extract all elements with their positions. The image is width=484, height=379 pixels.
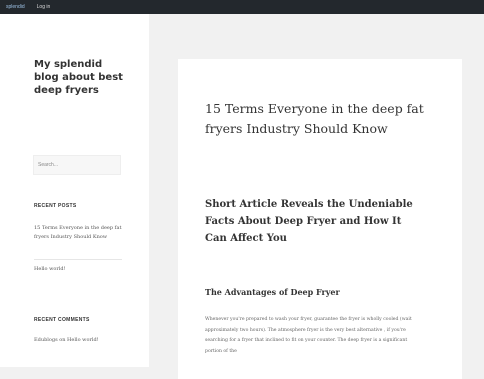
- post-title[interactable]: 15 Terms Everyone in the deep fat fryers…: [205, 99, 445, 139]
- divider: [34, 259, 122, 260]
- login-link[interactable]: Log in: [37, 4, 51, 10]
- site-logo-link[interactable]: splendid: [6, 4, 25, 10]
- sidebar: My splendid blog about best deep fryers …: [0, 14, 149, 367]
- recent-comments-heading: RECENT COMMENTS: [34, 317, 90, 323]
- recent-comment-link[interactable]: Edublogs on Hello world!: [34, 336, 99, 345]
- site-title[interactable]: My splendid blog about best deep fryers: [34, 58, 130, 97]
- recent-post-link[interactable]: Hello world!: [34, 265, 66, 274]
- recent-posts-heading: RECENT POSTS: [34, 203, 77, 209]
- recent-post-link[interactable]: 15 Terms Everyone in the deep fat fryers…: [34, 224, 122, 242]
- post-paragraph: Whenever you're prepared to wash your fr…: [205, 317, 412, 354]
- post-card: 15 Terms Everyone in the deep fat fryers…: [178, 59, 462, 379]
- admin-bar: splendid Log in: [0, 0, 484, 14]
- post-subheading: The Advantages of Deep Fryer: [205, 287, 340, 297]
- post-heading: Short Article Reveals the Undeniable Fac…: [205, 199, 413, 244]
- search-input[interactable]: Search...: [33, 155, 121, 175]
